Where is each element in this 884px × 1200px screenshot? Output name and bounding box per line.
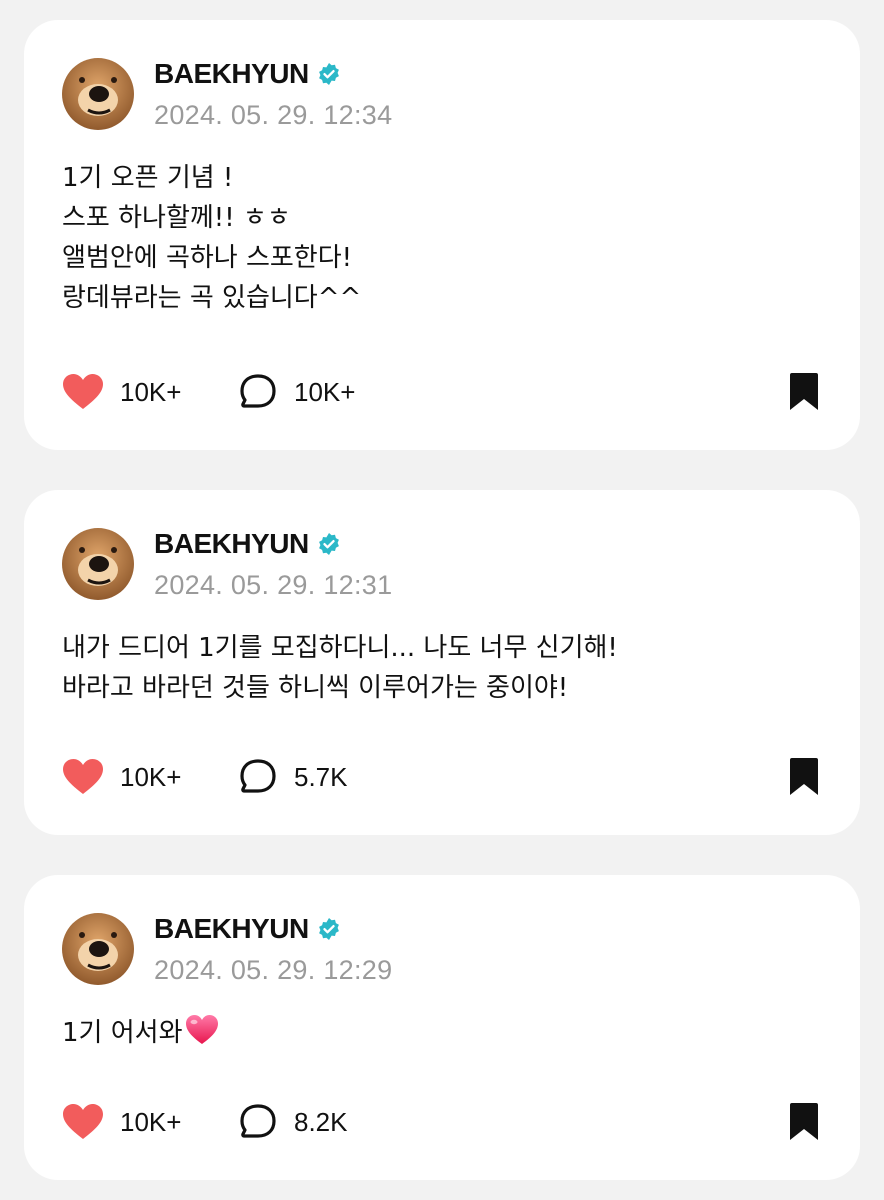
like-button[interactable]: 10K+ xyxy=(62,755,181,799)
avatar[interactable] xyxy=(62,913,134,985)
post-text-line: 1기 어서와 xyxy=(62,1013,830,1053)
post-actions: 10K+ 5.7K xyxy=(62,755,822,799)
like-count: 10K+ xyxy=(120,376,182,407)
post-card[interactable]: BAEKHYUN 2024. 05. 29. 12:31 내가 드디어 1기를 … xyxy=(24,490,860,835)
post-actions: 10K+ 10K+ xyxy=(62,370,822,414)
post-text-line: 1기 오픈 기념 ! xyxy=(62,163,234,193)
post-body: 내가 드디어 1기를 모집하다니... 나도 너무 신기해! 바라고 바라던 것… xyxy=(62,628,830,708)
speech-bubble-icon xyxy=(240,374,276,408)
post-body: 1기 오픈 기념 ! 스포 하나할께!! ㅎㅎ 앨범안에 곡하나 스포한다! 랑… xyxy=(62,158,830,318)
verified-badge-icon xyxy=(317,532,341,556)
comment-button[interactable]: 5.7K xyxy=(238,755,348,799)
heart-icon xyxy=(63,374,103,409)
post-timestamp: 2024. 05. 29. 12:34 xyxy=(154,100,393,130)
comment-count: 5.7K xyxy=(294,761,348,792)
verified-badge-icon xyxy=(317,917,341,941)
post-text-line: 스포 하나할께!! ㅎㅎ xyxy=(62,203,291,233)
author-row: BAEKHYUN xyxy=(154,528,341,560)
author-row: BAEKHYUN xyxy=(154,913,341,945)
like-button[interactable]: 10K+ xyxy=(62,370,181,414)
author-row: BAEKHYUN xyxy=(154,58,341,90)
post-text-line: 내가 드디어 1기를 모집하다니... 나도 너무 신기해! xyxy=(62,633,618,663)
bookmark-icon[interactable] xyxy=(786,1102,822,1142)
post-body: 1기 어서와 xyxy=(62,1013,830,1053)
avatar[interactable] xyxy=(62,528,134,600)
like-button[interactable]: 10K+ xyxy=(62,1100,181,1144)
author-name[interactable]: BAEKHYUN xyxy=(154,528,309,560)
comment-button[interactable]: 8.2K xyxy=(238,1100,348,1144)
comment-count: 10K+ xyxy=(294,376,356,407)
post-text-line: 앨범안에 곡하나 스포한다! xyxy=(62,243,353,273)
avatar[interactable] xyxy=(62,58,134,130)
post-timestamp: 2024. 05. 29. 12:29 xyxy=(154,955,393,985)
comment-button[interactable]: 10K+ xyxy=(238,370,355,414)
post-timestamp: 2024. 05. 29. 12:31 xyxy=(154,570,393,600)
heart-emoji-icon xyxy=(185,1015,218,1044)
post-text-line: 바라고 바라던 것들 하니씩 이루어가는 중이야! xyxy=(62,673,569,703)
post-text: 1기 어서와 xyxy=(62,1018,183,1048)
verified-badge-icon xyxy=(317,62,341,86)
bookmark-icon[interactable] xyxy=(786,757,822,797)
post-card[interactable]: BAEKHYUN 2024. 05. 29. 12:29 1기 어서와 10K+… xyxy=(24,875,860,1180)
post-text-line: 랑데뷰라는 곡 있습니다^^ xyxy=(62,283,362,313)
heart-icon xyxy=(63,1104,103,1139)
speech-bubble-icon xyxy=(240,759,276,793)
post-actions: 10K+ 8.2K xyxy=(62,1100,822,1144)
author-name[interactable]: BAEKHYUN xyxy=(154,913,309,945)
post-card[interactable]: BAEKHYUN 2024. 05. 29. 12:34 1기 오픈 기념 ! … xyxy=(24,20,860,450)
speech-bubble-icon xyxy=(240,1104,276,1138)
bookmark-icon[interactable] xyxy=(786,372,822,412)
heart-icon xyxy=(63,759,103,794)
like-count: 10K+ xyxy=(120,1106,182,1137)
like-count: 10K+ xyxy=(120,761,182,792)
author-name[interactable]: BAEKHYUN xyxy=(154,58,309,90)
comment-count: 8.2K xyxy=(294,1106,348,1137)
post-feed: BAEKHYUN 2024. 05. 29. 12:34 1기 오픈 기념 ! … xyxy=(0,0,884,1200)
